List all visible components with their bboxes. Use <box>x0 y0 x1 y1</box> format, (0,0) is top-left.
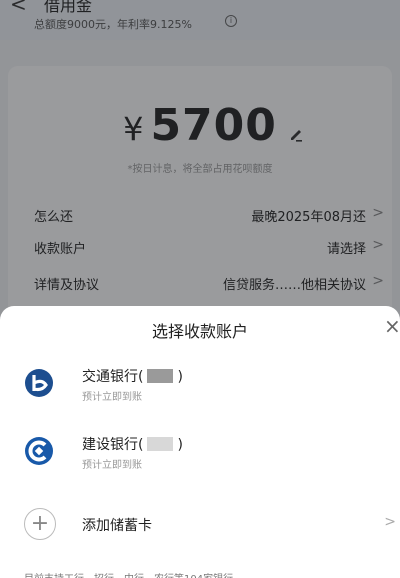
arrival-note: 预计立即到账 <box>82 460 142 471</box>
masked-card-number <box>147 369 174 383</box>
select-account-sheet: 选择收款账户 × 交通银行() 预计立即到账 建设银行() 预计立即到账 + 添… <box>0 306 400 578</box>
supported-banks-note: 目前支持工行、招行、中行、农行等104家银行 <box>24 570 384 578</box>
bank-name: 交通银行() <box>82 369 183 385</box>
chevron-right-icon: > <box>384 514 396 530</box>
arrival-note: 预计立即到账 <box>82 392 142 403</box>
bank-option-ccb[interactable]: 建设银行() 预计立即到账 <box>24 432 384 480</box>
close-icon[interactable]: × <box>384 316 400 336</box>
plus-icon: + <box>24 508 56 540</box>
sheet-title: 选择收款账户 <box>151 322 248 341</box>
add-card-label: 添加储蓄卡 <box>82 518 152 534</box>
bank-name: 建设银行() <box>82 437 183 453</box>
bank-option-bocom[interactable]: 交通银行() 预计立即到账 <box>24 364 384 412</box>
masked-card-number <box>147 437 174 451</box>
bocom-logo-icon <box>25 369 53 397</box>
add-debit-card-button[interactable]: + 添加储蓄卡 > <box>24 508 400 544</box>
ccb-logo-icon <box>25 437 53 465</box>
